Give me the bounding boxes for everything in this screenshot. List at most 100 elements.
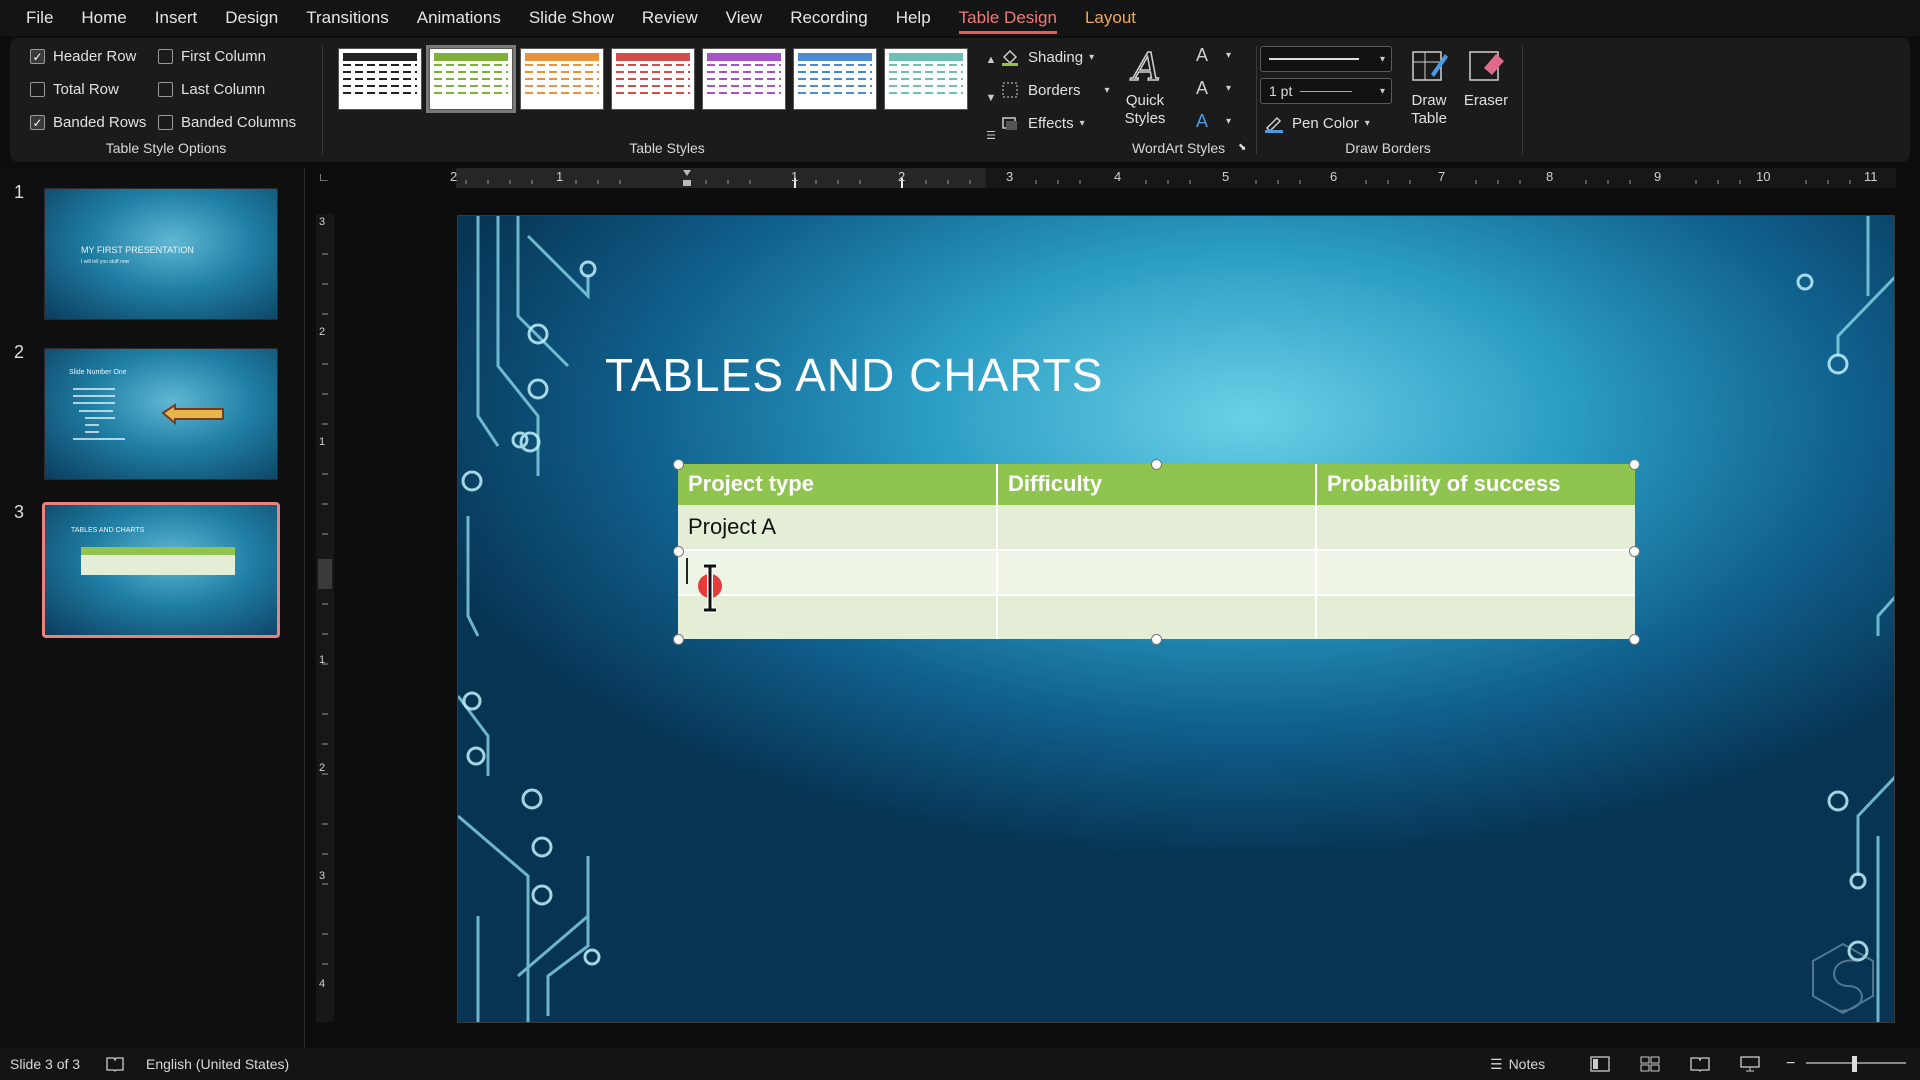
borders-label: Borders [1028, 81, 1081, 99]
tab-table-design[interactable]: Table Design [958, 2, 1058, 34]
table-cell[interactable] [1316, 504, 1635, 550]
zoom-slider-thumb[interactable] [1852, 1056, 1857, 1072]
slideshow-view-icon[interactable] [1740, 1056, 1760, 1072]
last-column-label: Last Column [181, 81, 266, 98]
shading-button[interactable]: Shading ▾ [1000, 48, 1094, 66]
table-header-cell[interactable]: Project type [678, 464, 998, 505]
powerpoint-window: File Home Insert Design Transitions Anim… [0, 0, 1920, 1080]
total-row-checkbox[interactable]: Total Row [30, 81, 119, 98]
ruler-number: 4 [319, 978, 326, 990]
slide-table[interactable]: Project type Difficulty Probability of s… [678, 464, 1635, 639]
horizontal-ruler: 2 1 1 2 3 4 5 6 7 8 9 10 11 [450, 168, 1896, 188]
ibeam-cursor-icon [698, 563, 722, 613]
notes-icon: ☰ [1490, 1055, 1503, 1072]
resize-handle[interactable] [673, 459, 684, 470]
tab-file[interactable]: File [26, 2, 53, 34]
ruler-number: 2 [898, 169, 906, 184]
slide-thumbnail-1[interactable]: MY FIRST PRESENTATION I will tell you st… [44, 188, 278, 320]
slide-thumbnail-2[interactable]: Slide Number One [44, 348, 278, 480]
ruler-number: 9 [1654, 169, 1662, 184]
table-cell[interactable] [997, 548, 1317, 595]
first-column-checkbox[interactable]: First Column [158, 48, 266, 65]
ruler-number: 3 [1006, 169, 1014, 184]
table-styles-group: Table Styles [328, 38, 1006, 162]
table-cell[interactable]: Project A [678, 504, 998, 550]
thumb-title: MY FIRST PRESENTATION [81, 245, 194, 255]
table-cell[interactable] [1316, 593, 1635, 639]
effects-icon [1000, 114, 1020, 132]
paint-bucket-icon [1000, 48, 1020, 66]
thumb-table-header [81, 547, 235, 555]
ruler-number: 4 [1114, 169, 1122, 184]
slide-thumbnail-3[interactable]: TABLES AND CHARTS [42, 502, 280, 638]
slide-title[interactable]: TABLES AND CHARTS [605, 348, 1103, 402]
first-column-label: First Column [181, 48, 267, 65]
language-indicator[interactable]: English (United States) [146, 1056, 289, 1072]
notes-label: Notes [1508, 1056, 1546, 1072]
tab-layout[interactable]: Layout [1085, 2, 1136, 34]
tab-slide-show[interactable]: Slide Show [529, 2, 614, 34]
resize-handle[interactable] [1629, 546, 1640, 557]
normal-view-icon[interactable] [1590, 1056, 1610, 1072]
slide-sorter-icon[interactable] [1640, 1056, 1660, 1072]
ruler-ticks [465, 170, 1851, 188]
borders-button[interactable]: Borders ▾ [1000, 81, 1110, 99]
banded-rows-label: Banded Rows [53, 114, 147, 131]
thumb-table-body [81, 555, 235, 575]
vertical-ruler: 3 2 1 1 2 3 4 [316, 214, 334, 1022]
ribbon-separator [1256, 46, 1257, 154]
accessibility-icon[interactable] [106, 1056, 124, 1072]
slide-number: 3 [14, 502, 25, 522]
resize-handle[interactable] [1629, 459, 1640, 470]
tab-help[interactable]: Help [896, 2, 931, 34]
ruler-number: 2 [450, 169, 458, 184]
tab-view[interactable]: View [726, 2, 763, 34]
resize-handle[interactable] [1151, 459, 1162, 470]
effects-button[interactable]: Effects ▾ [1000, 114, 1085, 132]
checkbox-empty-icon [158, 82, 173, 97]
wordart-styles-group: WordArt Styles [1114, 38, 1252, 162]
table-cell[interactable] [997, 504, 1317, 550]
ruler-number: 1 [556, 169, 564, 184]
tab-animations[interactable]: Animations [417, 2, 501, 34]
resize-handle[interactable] [673, 634, 684, 645]
header-row-checkbox[interactable]: ✓ Header Row [30, 48, 136, 65]
ruler-number: 5 [1222, 169, 1230, 184]
group-label-draw-borders: Draw Borders [1345, 140, 1431, 156]
slide-canvas[interactable]: TABLES AND CHARTS Project type Difficult… [457, 215, 1895, 1023]
slide-thumbnail-pane: 1 MY FIRST PRESENTATION I will tell you … [0, 168, 305, 1048]
tab-insert[interactable]: Insert [155, 2, 198, 34]
group-label-table-styles: Table Styles [629, 140, 705, 156]
slide-counter[interactable]: Slide 3 of 3 [10, 1056, 80, 1072]
tab-stop-selector[interactable]: ∟ [318, 170, 330, 184]
banded-rows-checkbox[interactable]: ✓ Banded Rows [30, 114, 146, 131]
checkbox-empty-icon [158, 49, 173, 64]
tab-design[interactable]: Design [225, 2, 278, 34]
ruler-number: 3 [319, 870, 326, 882]
thumb-subtitle: I will tell you stuff now [81, 259, 130, 265]
shading-label: Shading [1028, 48, 1084, 66]
table-header-cell[interactable]: Difficulty [997, 464, 1317, 505]
table-header-cell[interactable]: Probability of success [1316, 464, 1635, 505]
reading-view-icon[interactable] [1690, 1056, 1710, 1072]
notes-button[interactable]: ☰ Notes [1490, 1056, 1545, 1073]
ruler-number: 11 [1864, 169, 1878, 184]
checkbox-empty-icon [30, 82, 45, 97]
banded-columns-checkbox[interactable]: Banded Columns [158, 114, 296, 131]
tab-home[interactable]: Home [81, 2, 126, 34]
zoom-out-icon[interactable]: − [1786, 1055, 1795, 1073]
total-row-label: Total Row [53, 81, 119, 98]
resize-handle[interactable] [673, 546, 684, 557]
table-cell[interactable] [1316, 548, 1635, 595]
thumb-title: Slide Number One [69, 369, 127, 376]
resize-handle[interactable] [1151, 634, 1162, 645]
checkbox-empty-icon [158, 115, 173, 130]
last-column-checkbox[interactable]: Last Column [158, 81, 265, 98]
dialog-launcher-icon[interactable]: ⬊ [1238, 142, 1246, 153]
banded-columns-label: Banded Columns [181, 114, 297, 131]
resize-handle[interactable] [1629, 634, 1640, 645]
tab-recording[interactable]: Recording [790, 2, 868, 34]
table-cell[interactable] [997, 593, 1317, 639]
tab-transitions[interactable]: Transitions [306, 2, 389, 34]
tab-review[interactable]: Review [642, 2, 698, 34]
